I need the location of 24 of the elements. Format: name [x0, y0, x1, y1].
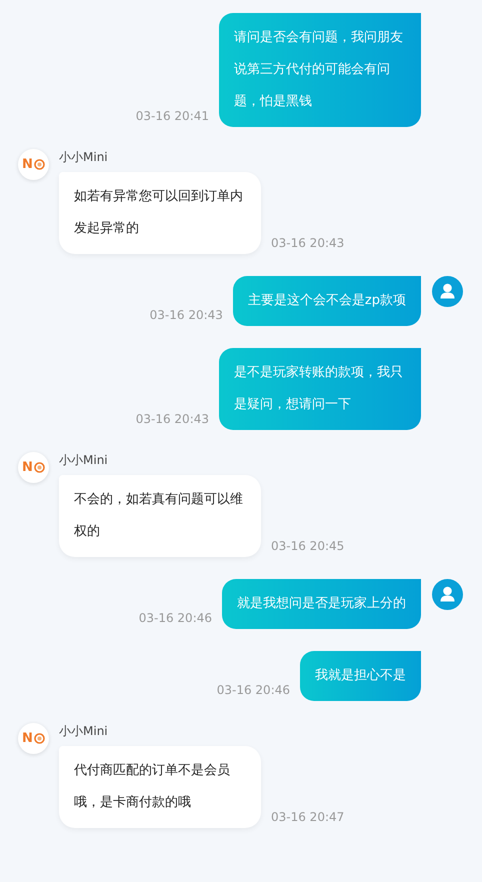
agent-avatar: N — [18, 149, 49, 180]
agent-avatar: N — [18, 723, 49, 754]
agent-avatar: N — [18, 452, 49, 483]
message-bubble: 请问是否会有问题，我问朋友说第三方代付的可能会有问题，怕是黑钱 — [219, 13, 421, 127]
user-avatar-icon — [432, 276, 463, 307]
message-time: 03-16 20:43 — [136, 412, 209, 426]
message-bubble: 就是我想问是否是玩家上分的 — [222, 579, 421, 629]
message-time: 03-16 20:46 — [138, 611, 212, 625]
message-bubble: 我就是担心不是 — [300, 651, 421, 701]
message-bubble: 代付商匹配的订单不是会员哦，是卡商付款的哦 — [59, 746, 261, 828]
message-time: 03-16 20:43 — [271, 236, 344, 250]
message-bubble: 不会的，如若真有问题可以维权的 — [59, 475, 261, 557]
user-avatar-icon — [432, 579, 463, 610]
sender-name: 小小Mini — [59, 723, 109, 740]
message-bubble: 主要是这个会不会是zp款项 — [232, 276, 421, 326]
message-bubble: 如若有异常您可以回到订单内发起异常的 — [59, 172, 261, 254]
sender-name: 小小Mini — [59, 452, 109, 469]
message-bubble: 是不是玩家转账的款项，我只是疑问，想请问一下 — [219, 348, 421, 430]
message-time: 03-16 20:45 — [271, 539, 344, 553]
message-time: 03-16 20:46 — [216, 683, 290, 697]
message-time: 03-16 20:41 — [136, 109, 209, 123]
message-time: 03-16 20:43 — [150, 308, 223, 322]
message-time: 03-16 20:47 — [271, 810, 344, 824]
sender-name: 小小Mini — [59, 149, 109, 166]
